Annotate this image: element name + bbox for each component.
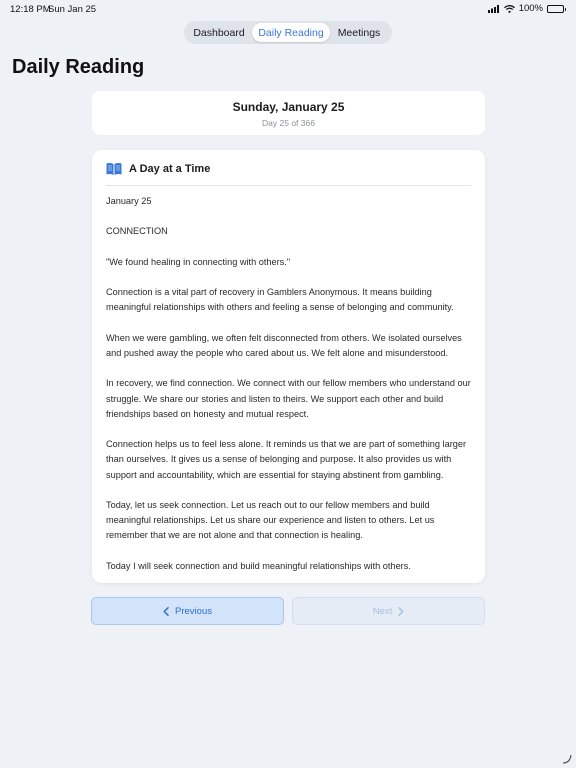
reading-card-header: A Day at a Time [106, 150, 471, 186]
previous-label: Previous [175, 605, 212, 617]
reading-paragraph: Connection helps us to feel less alone. … [106, 439, 467, 480]
previous-button[interactable]: Previous [91, 597, 284, 625]
reading-paragraph: Connection is a vital part of recovery i… [106, 287, 454, 313]
status-indicators: 100% [487, 3, 566, 14]
tab-dashboard[interactable]: Dashboard [186, 23, 252, 42]
reading-source-title: A Day at a Time [129, 162, 211, 175]
reading-affirmation: Today I will seek connection and build m… [106, 560, 411, 571]
date-card: Sunday, January 25 Day 25 of 366 [92, 91, 485, 135]
next-label: Next [372, 605, 393, 617]
status-date: Sun Jan 25 [48, 4, 97, 15]
tab-daily-reading[interactable]: Daily Reading [252, 23, 330, 42]
chevron-left-icon [163, 606, 169, 616]
resize-corner-icon [562, 754, 572, 764]
battery-percent: 100% [518, 3, 543, 14]
reading-quote: "We found healing in connecting with oth… [106, 256, 291, 267]
reading-heading: CONNECTION [106, 226, 168, 237]
reading-date-line: January 25 [106, 196, 152, 206]
reading-paragraph: When we were gambling, we often felt dis… [106, 332, 462, 358]
reading-card: A Day at a Time January 25 CONNECTION "W… [92, 150, 485, 583]
page-title: Daily Reading [12, 56, 145, 78]
book-open-icon [106, 162, 122, 175]
status-time: 12:18 PM [10, 4, 51, 15]
reading-date: Sunday, January 25 [232, 100, 345, 114]
cellular-signal-icon [487, 4, 499, 13]
status-bar: 12:18 PM Sun Jan 25 100% [0, 0, 576, 18]
next-button[interactable]: Next [292, 597, 485, 625]
reading-paragraph: Today, let us seek connection. Let us re… [106, 499, 435, 541]
view-segmented-control: Dashboard Daily Reading Meetings [184, 21, 392, 44]
day-of-year: Day 25 of 366 [262, 118, 315, 128]
reading-body: January 25 CONNECTION "We found healing … [106, 186, 471, 574]
chevron-right-icon [398, 606, 404, 616]
wifi-icon [503, 4, 515, 13]
reading-paragraph: In recovery, we find connection. We conn… [106, 378, 471, 419]
battery-icon [547, 4, 566, 13]
tab-meetings[interactable]: Meetings [330, 23, 388, 42]
